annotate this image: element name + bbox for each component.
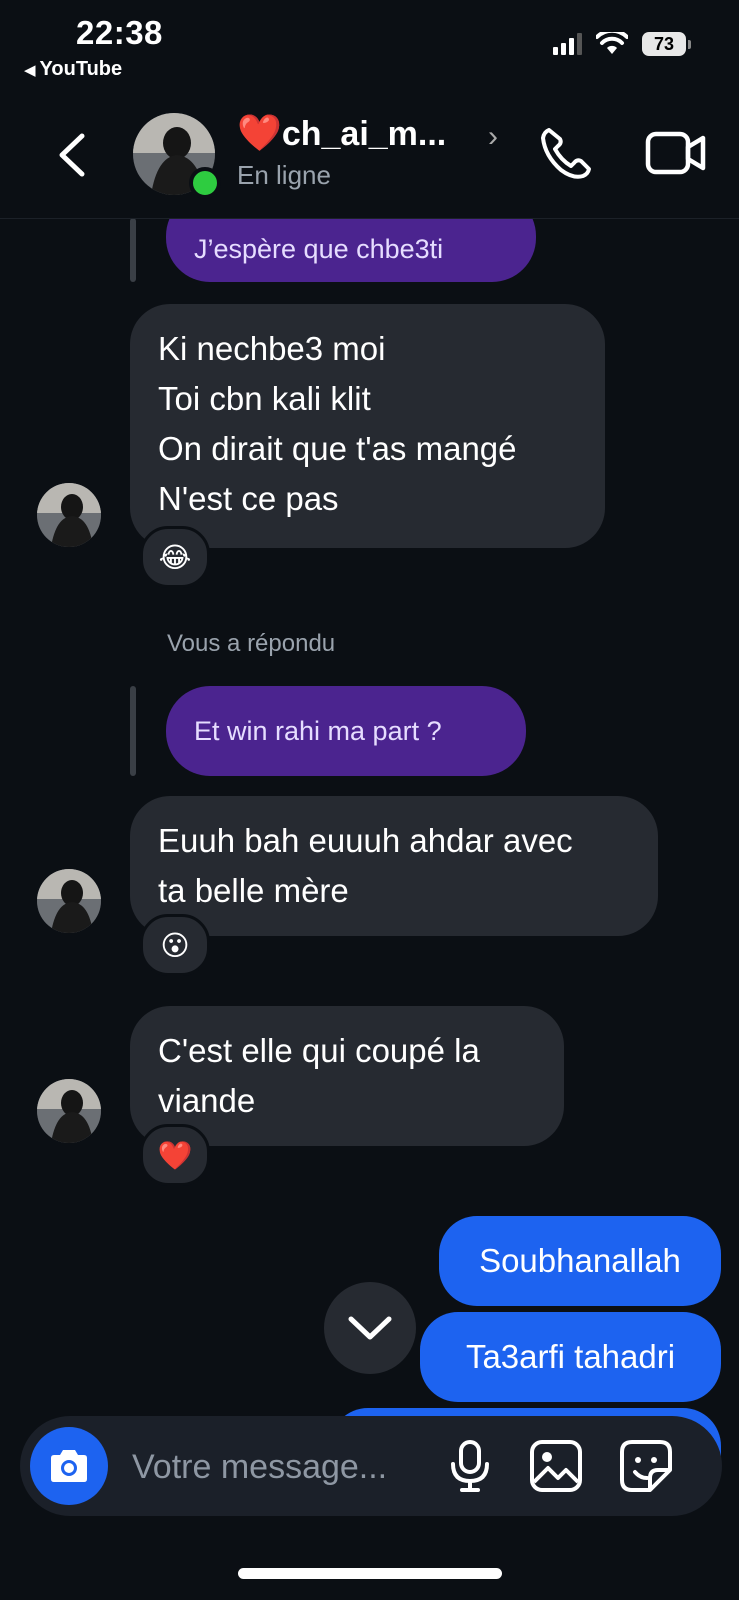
message-input[interactable] bbox=[130, 1438, 434, 1496]
reply-indicator-line bbox=[130, 218, 136, 282]
sticker-icon[interactable] bbox=[618, 1438, 674, 1494]
message-line: N'est ce pas bbox=[158, 480, 339, 517]
sent-message-bubble[interactable]: Soubhanallah bbox=[439, 1216, 721, 1306]
camera-button[interactable] bbox=[30, 1427, 108, 1505]
microphone-icon[interactable] bbox=[442, 1438, 498, 1494]
quoted-message-bubble[interactable]: J’espère que chbe3ti bbox=[166, 218, 536, 282]
sent-message-bubble[interactable]: Ta3arfi tahadri bbox=[420, 1312, 721, 1402]
chat-header: ❤️ch_ai_m... › En ligne bbox=[0, 100, 739, 219]
quoted-message-text: J’espère que chbe3ti bbox=[194, 233, 444, 264]
back-chevron-icon[interactable] bbox=[52, 130, 92, 180]
status-bar: 22:38 ◀ YouTube 73 bbox=[0, 0, 739, 100]
status-indicators: 73 bbox=[553, 32, 691, 56]
received-message-bubble[interactable]: C'est elle qui coupé la viande bbox=[130, 1006, 564, 1146]
message-list[interactable]: J’espère que chbe3ti Ki nechbe3 moi Toi … bbox=[0, 218, 739, 1600]
presence-status: En ligne bbox=[237, 160, 331, 190]
sender-avatar[interactable] bbox=[37, 869, 101, 933]
message-line: Toi cbn kali klit bbox=[158, 380, 371, 417]
battery-level: 73 bbox=[642, 32, 686, 56]
reply-label: Vous a répondu bbox=[167, 630, 336, 657]
reaction-badge[interactable]: ❤️ bbox=[140, 1124, 210, 1186]
sent-message-text: Ta3arfi tahadri bbox=[465, 1338, 676, 1375]
cellular-signal-icon bbox=[553, 33, 582, 55]
contact-name-text: ch_ai_m... bbox=[281, 115, 447, 153]
sender-avatar[interactable] bbox=[37, 1079, 101, 1143]
image-icon[interactable] bbox=[528, 1438, 584, 1494]
message-line: ta belle mère bbox=[158, 872, 349, 909]
received-message-bubble[interactable]: Ki nechbe3 moi Toi cbn kali klit On dira… bbox=[130, 304, 605, 548]
phone-icon[interactable] bbox=[535, 124, 595, 184]
message-line: Euuh bah euuuh ahdar avec bbox=[158, 822, 573, 859]
video-camera-icon[interactable] bbox=[645, 128, 707, 178]
reaction-badge[interactable]: 😂 bbox=[140, 526, 210, 588]
scroll-to-bottom-button[interactable] bbox=[324, 1282, 416, 1374]
chevron-right-icon[interactable]: › bbox=[488, 120, 498, 154]
message-composer bbox=[20, 1416, 722, 1516]
back-app-label: YouTube bbox=[39, 58, 123, 80]
battery-icon: 73 bbox=[642, 32, 691, 56]
received-message-bubble[interactable]: Euuh bah euuuh ahdar avec ta belle mère bbox=[130, 796, 658, 936]
online-status-dot bbox=[189, 167, 221, 199]
quoted-message-bubble[interactable]: Et win rahi ma part ? bbox=[166, 686, 526, 776]
camera-icon bbox=[51, 1450, 87, 1482]
contact-name[interactable]: ❤️ch_ai_m... bbox=[237, 112, 446, 154]
wifi-icon bbox=[596, 32, 628, 54]
home-indicator[interactable] bbox=[238, 1568, 502, 1579]
heart-emoji: ❤️ bbox=[237, 112, 282, 153]
chevron-down-icon bbox=[348, 1316, 392, 1340]
quoted-message-text: Et win rahi ma part ? bbox=[194, 715, 442, 746]
back-to-app-link[interactable]: ◀ YouTube bbox=[24, 58, 122, 81]
message-line: On dirait que t'as mangé bbox=[158, 430, 517, 467]
sent-message-text: Soubhanallah bbox=[479, 1242, 681, 1279]
status-time: 22:38 bbox=[76, 14, 163, 51]
reply-indicator-line bbox=[130, 686, 136, 776]
message-line: viande bbox=[158, 1082, 256, 1119]
message-line: Ki nechbe3 moi bbox=[158, 330, 386, 367]
back-triangle-icon: ◀ bbox=[24, 62, 36, 79]
reaction-badge[interactable]: 😮 bbox=[140, 914, 210, 976]
message-line: C'est elle qui coupé la bbox=[158, 1032, 480, 1069]
sender-avatar[interactable] bbox=[37, 483, 101, 547]
